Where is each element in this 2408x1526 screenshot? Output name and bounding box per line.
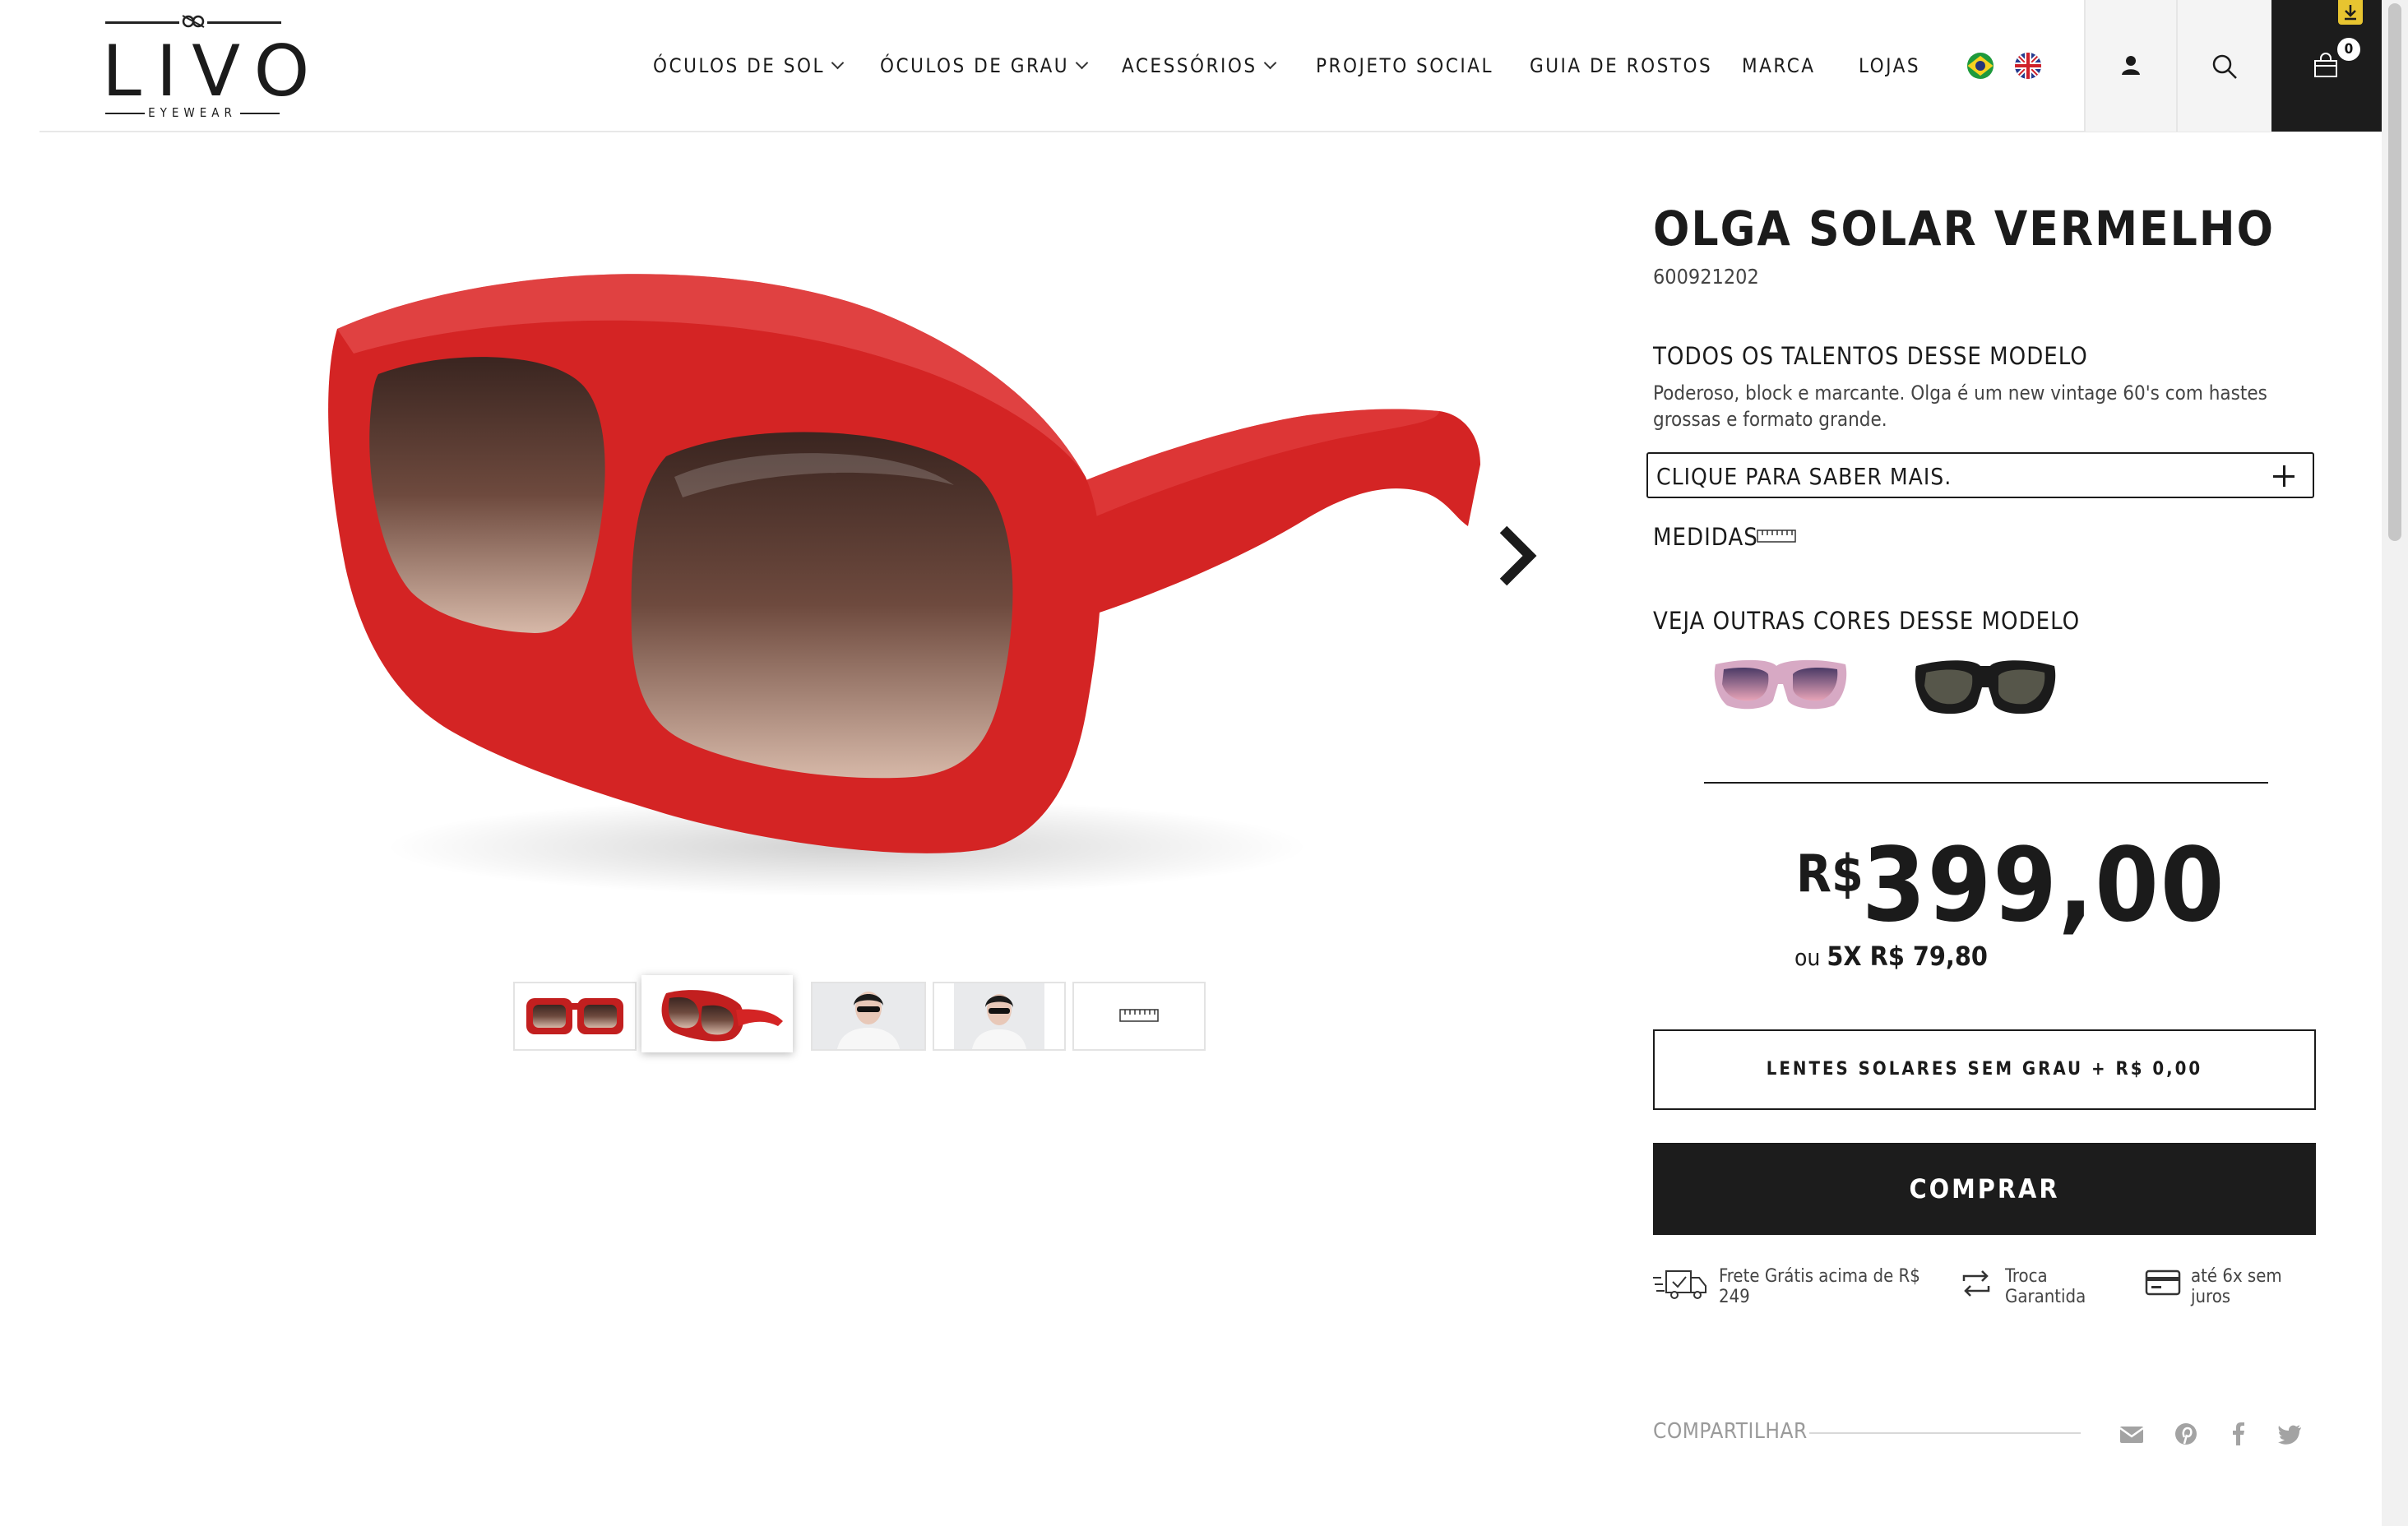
benefit-free-shipping: Frete Grátis acima de R$ 249 bbox=[1719, 1266, 1920, 1307]
product-main-image bbox=[328, 274, 1480, 896]
search-icon bbox=[2212, 54, 2237, 79]
truck-icon bbox=[1653, 1270, 1706, 1299]
exchange-icon bbox=[1962, 1270, 1990, 1297]
price-divider bbox=[1704, 782, 2268, 784]
buy-button[interactable]: COMPRAR bbox=[1653, 1143, 2316, 1235]
benefit-line: Frete Grátis acima de R$ bbox=[1719, 1266, 1920, 1287]
chevron-down-icon bbox=[1263, 56, 1276, 70]
color-option-pink[interactable] bbox=[1711, 654, 1850, 720]
nav-item-oculos-de-grau[interactable]: ÓCULOS DE GRAU bbox=[880, 53, 1089, 79]
benefit-line: juros bbox=[2191, 1287, 2231, 1307]
nav-label: ÓCULOS DE GRAU bbox=[880, 54, 1070, 77]
plus-icon bbox=[2273, 465, 2295, 487]
benefit-line: Garantida bbox=[2005, 1287, 2086, 1307]
thumbnail-measurements[interactable] bbox=[1072, 982, 1206, 1051]
thumbnail-image bbox=[661, 990, 783, 1042]
logo-wordmark: LIVO bbox=[102, 30, 325, 113]
header-divider bbox=[39, 131, 2382, 132]
measures-link[interactable]: MEDIDAS bbox=[1653, 523, 1758, 551]
benefit-line: Troca bbox=[2005, 1266, 2048, 1287]
nav-item-acessorios[interactable]: ACESSÓRIOS bbox=[1122, 53, 1276, 79]
credit-card-icon bbox=[2145, 1269, 2181, 1296]
facebook-icon[interactable] bbox=[2225, 1421, 2252, 1447]
learn-more-accordion[interactable]: CLIQUE PARA SABER MAIS. bbox=[1646, 452, 2314, 498]
product-price: 399,00 bbox=[1862, 826, 2226, 945]
color-option-black[interactable] bbox=[1913, 654, 2058, 724]
product-description: Poderoso, block e marcante. Olga é um ne… bbox=[1653, 382, 2267, 431]
nav-label: ÓCULOS DE SOL bbox=[653, 54, 825, 77]
thumbnail-model-1[interactable] bbox=[811, 982, 926, 1051]
nav-item-marca[interactable]: MARCA bbox=[1742, 53, 1816, 79]
user-icon bbox=[2122, 56, 2140, 75]
next-image-arrow-icon[interactable] bbox=[1495, 525, 1538, 587]
search-button[interactable] bbox=[2176, 0, 2271, 132]
nav-item-projeto-social[interactable]: PROJETO SOCIAL bbox=[1316, 53, 1493, 79]
cart-count-badge: 0 bbox=[2336, 36, 2362, 62]
benefit-line: até 6x sem bbox=[2191, 1266, 2282, 1287]
thumbnail-image bbox=[526, 998, 623, 1034]
twitter-icon[interactable] bbox=[2276, 1421, 2303, 1447]
thumbnail-red-sunglasses-angle-active[interactable] bbox=[641, 975, 793, 1052]
logo-glasses-icon bbox=[179, 13, 207, 30]
email-icon[interactable] bbox=[2119, 1421, 2145, 1447]
flag-globe bbox=[1975, 61, 1985, 71]
pinterest-icon[interactable] bbox=[2173, 1421, 2199, 1447]
chevron-down-icon bbox=[831, 56, 845, 70]
brand-logo[interactable]: LIVO EYEWEAR bbox=[102, 10, 325, 122]
installment-prefix: ou bbox=[1794, 944, 1821, 971]
benefit-line: 249 bbox=[1719, 1287, 1750, 1307]
product-title: OLGA SOLAR VERMELHO bbox=[1653, 201, 2275, 257]
account-button[interactable] bbox=[2084, 0, 2176, 132]
thumbnail-model-2[interactable] bbox=[933, 982, 1066, 1051]
nav-label: MARCA bbox=[1742, 54, 1816, 77]
price-currency: R$ bbox=[1796, 844, 1864, 904]
talents-heading: TODOS OS TALENTOS DESSE MODELO bbox=[1653, 342, 2088, 370]
nav-item-oculos-de-sol[interactable]: ÓCULOS DE SOL bbox=[653, 53, 845, 79]
shopping-bag-icon bbox=[2314, 53, 2337, 77]
chevron-down-icon bbox=[1075, 56, 1089, 70]
thumbnail-image bbox=[813, 983, 924, 1049]
share-label: COMPARTILHAR bbox=[1653, 1419, 1808, 1444]
brazil-flag-icon[interactable] bbox=[1967, 53, 1994, 79]
installment-value: 5X R$ 79,80 bbox=[1827, 941, 1988, 972]
thumbnail-image bbox=[954, 983, 1044, 1049]
uk-flag-icon[interactable] bbox=[2015, 53, 2041, 79]
product-sku: 600921202 bbox=[1653, 265, 1759, 289]
other-colors-heading: VEJA OUTRAS CORES DESSE MODELO bbox=[1653, 607, 2081, 635]
nav-label: LOJAS bbox=[1859, 54, 1921, 77]
logo-subline-right bbox=[240, 113, 280, 114]
cart-button[interactable] bbox=[2271, 0, 2382, 132]
nav-item-guia-de-rostos[interactable]: GUIA DE ROSTOS bbox=[1530, 53, 1712, 79]
installment-info: ou 5X R$ 79,80 bbox=[1794, 941, 1988, 972]
benefit-guaranteed-exchange: Troca Garantida bbox=[2005, 1266, 2086, 1307]
benefit-installments: até 6x sem juros bbox=[2191, 1266, 2282, 1307]
download-notification-icon[interactable] bbox=[2338, 0, 2363, 25]
share-divider bbox=[1809, 1432, 2081, 1434]
lens-option-select[interactable]: LENTES SOLARES SEM GRAU + R$ 0,00 bbox=[1653, 1029, 2316, 1110]
thumbnail-red-sunglasses-front[interactable] bbox=[513, 982, 637, 1051]
nav-label: GUIA DE ROSTOS bbox=[1530, 54, 1713, 77]
nav-label: PROJETO SOCIAL bbox=[1316, 54, 1493, 77]
scrollbar-thumb[interactable] bbox=[2388, 3, 2401, 541]
ruler-icon bbox=[1119, 1009, 1159, 1022]
learn-more-label: CLIQUE PARA SABER MAIS. bbox=[1656, 463, 1952, 490]
nav-item-lojas[interactable]: LOJAS bbox=[1859, 53, 1920, 79]
nav-label: ACESSÓRIOS bbox=[1122, 54, 1257, 77]
ruler-icon[interactable] bbox=[1757, 529, 1796, 543]
